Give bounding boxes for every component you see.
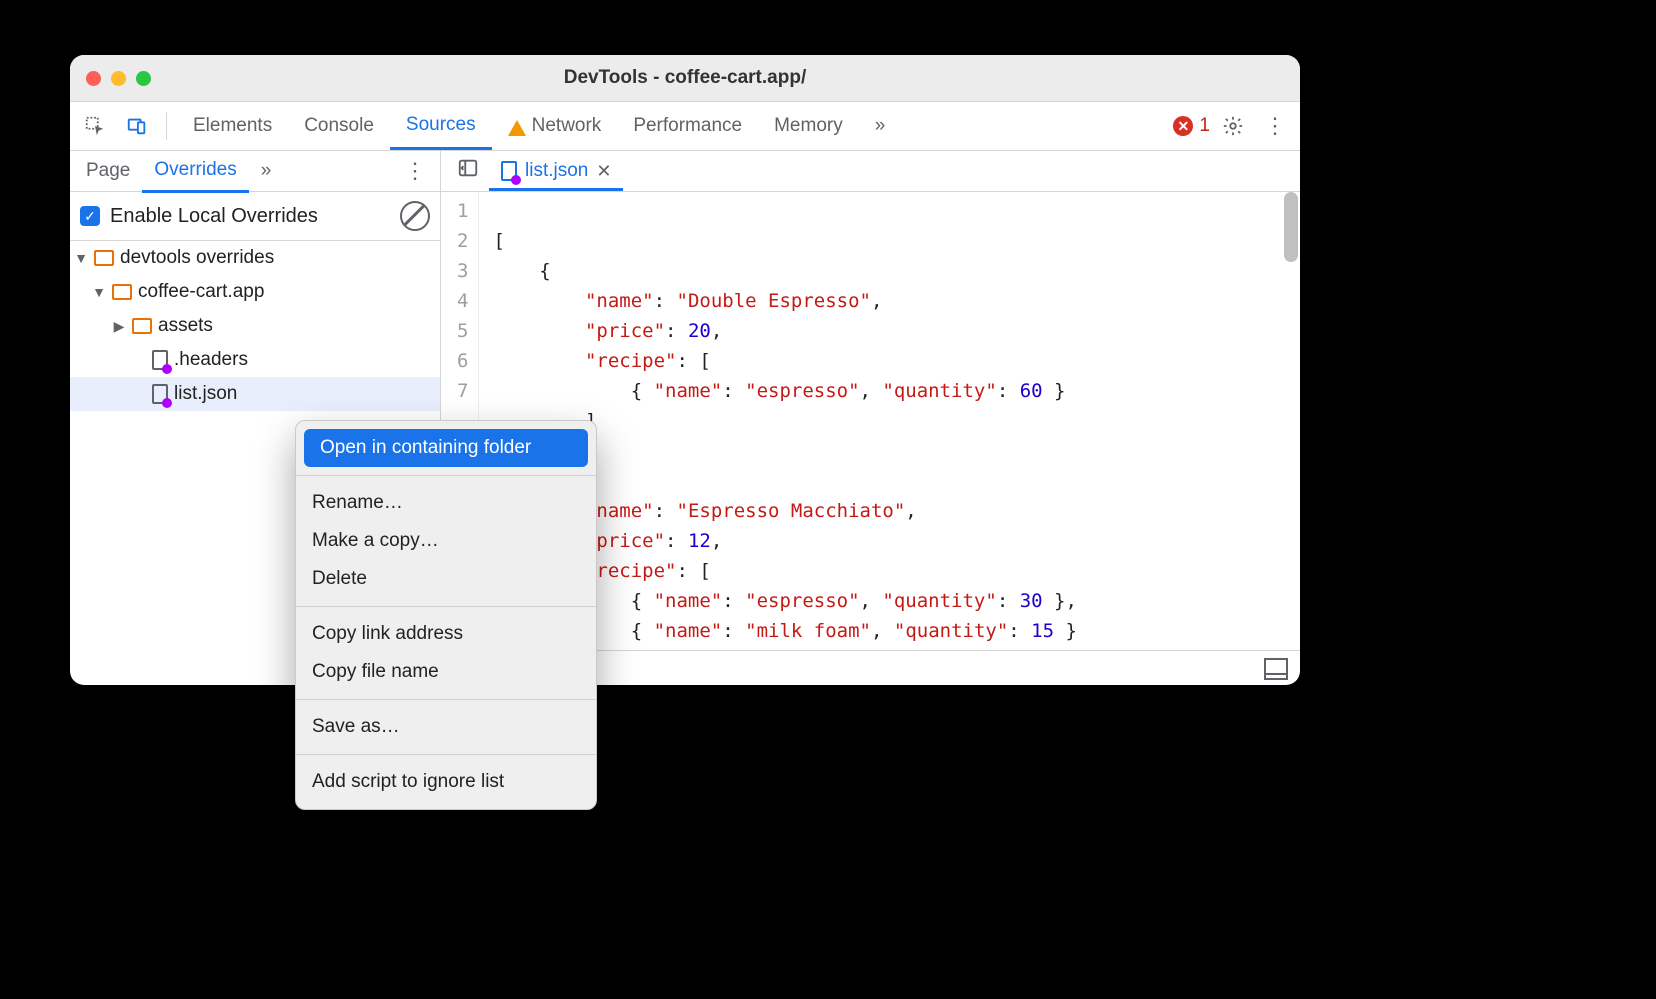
subtab-more[interactable]: »	[249, 151, 284, 191]
settings-gear-icon[interactable]	[1214, 102, 1252, 150]
tree-assets-label: assets	[158, 315, 213, 337]
folder-icon	[112, 284, 132, 300]
folder-icon	[132, 318, 152, 334]
devtools-window: DevTools - coffee-cart.app/ Elements Con…	[70, 55, 1300, 685]
chevron-down-icon: ▼	[74, 250, 88, 266]
tree-domain-folder[interactable]: ▼ coffee-cart.app	[70, 275, 440, 309]
clear-overrides-icon[interactable]	[400, 201, 430, 231]
menu-copy-link[interactable]: Copy link address	[296, 615, 596, 653]
editor-tab-listjson[interactable]: list.json ✕	[489, 154, 623, 191]
tree-assets-folder[interactable]: ▶ assets	[70, 309, 440, 343]
tree-root-label: devtools overrides	[120, 247, 274, 269]
file-icon	[152, 384, 168, 404]
navigator-subtabs: Page Overrides » ⋮	[70, 151, 440, 192]
titlebar: DevTools - coffee-cart.app/	[70, 55, 1300, 102]
device-toolbar-icon[interactable]	[118, 102, 156, 150]
chevron-right-icon: ▶	[112, 318, 126, 335]
context-menu: Open in containing folder Rename… Make a…	[295, 420, 597, 810]
panel-tabs: Elements Console Sources Network Perform…	[177, 102, 901, 150]
tree-domain-label: coffee-cart.app	[138, 281, 264, 303]
console-drawer-icon[interactable]	[1264, 658, 1288, 680]
chevron-down-icon: ▼	[92, 284, 106, 300]
file-icon	[152, 350, 168, 370]
close-tab-icon[interactable]: ✕	[596, 161, 611, 182]
main-toolbar: Elements Console Sources Network Perform…	[70, 102, 1300, 151]
error-icon: ✕	[1173, 116, 1193, 136]
kebab-menu-icon[interactable]: ⋮	[1256, 102, 1294, 150]
error-count: 1	[1199, 115, 1210, 137]
menu-copy-name[interactable]: Copy file name	[296, 653, 596, 691]
tree-headers-file[interactable]: .headers	[70, 343, 440, 377]
tree-root-folder[interactable]: ▼ devtools overrides	[70, 241, 440, 275]
file-icon	[501, 161, 517, 181]
more-panels-button[interactable]: »	[859, 102, 902, 150]
window-title: DevTools - coffee-cart.app/	[70, 67, 1300, 89]
toggle-navigator-icon[interactable]	[447, 151, 489, 191]
warning-icon	[508, 120, 526, 136]
menu-delete[interactable]: Delete	[296, 560, 596, 598]
tab-network-label: Network	[532, 115, 602, 137]
inspect-element-icon[interactable]	[76, 102, 114, 150]
menu-rename[interactable]: Rename…	[296, 484, 596, 522]
tree-headers-label: .headers	[174, 349, 248, 371]
tab-performance[interactable]: Performance	[617, 102, 758, 150]
error-count-badge[interactable]: ✕ 1	[1173, 115, 1210, 137]
folder-icon	[94, 250, 114, 266]
subtab-overrides[interactable]: Overrides	[142, 150, 248, 193]
enable-overrides-row: ✓ Enable Local Overrides	[70, 192, 440, 241]
navigator-menu-icon[interactable]: ⋮	[394, 158, 436, 184]
enable-overrides-label: Enable Local Overrides	[110, 205, 318, 228]
menu-ignore-list[interactable]: Add script to ignore list	[296, 763, 596, 801]
editor-tabs: list.json ✕	[441, 151, 1300, 192]
enable-overrides-checkbox[interactable]: ✓	[80, 206, 100, 226]
tab-elements[interactable]: Elements	[177, 102, 288, 150]
tree-listjson-label: list.json	[174, 383, 237, 405]
menu-make-copy[interactable]: Make a copy…	[296, 522, 596, 560]
tab-memory[interactable]: Memory	[758, 102, 859, 150]
menu-open-in-folder[interactable]: Open in containing folder	[304, 429, 588, 467]
menu-save-as[interactable]: Save as…	[296, 708, 596, 746]
tab-console[interactable]: Console	[288, 102, 390, 150]
editor-tab-label: list.json	[525, 160, 588, 182]
tab-sources[interactable]: Sources	[390, 102, 492, 150]
subtab-page[interactable]: Page	[74, 151, 142, 191]
scrollbar-thumb[interactable]	[1284, 192, 1298, 262]
tree-listjson-file[interactable]: list.json	[70, 377, 440, 411]
tab-network[interactable]: Network	[492, 102, 618, 150]
